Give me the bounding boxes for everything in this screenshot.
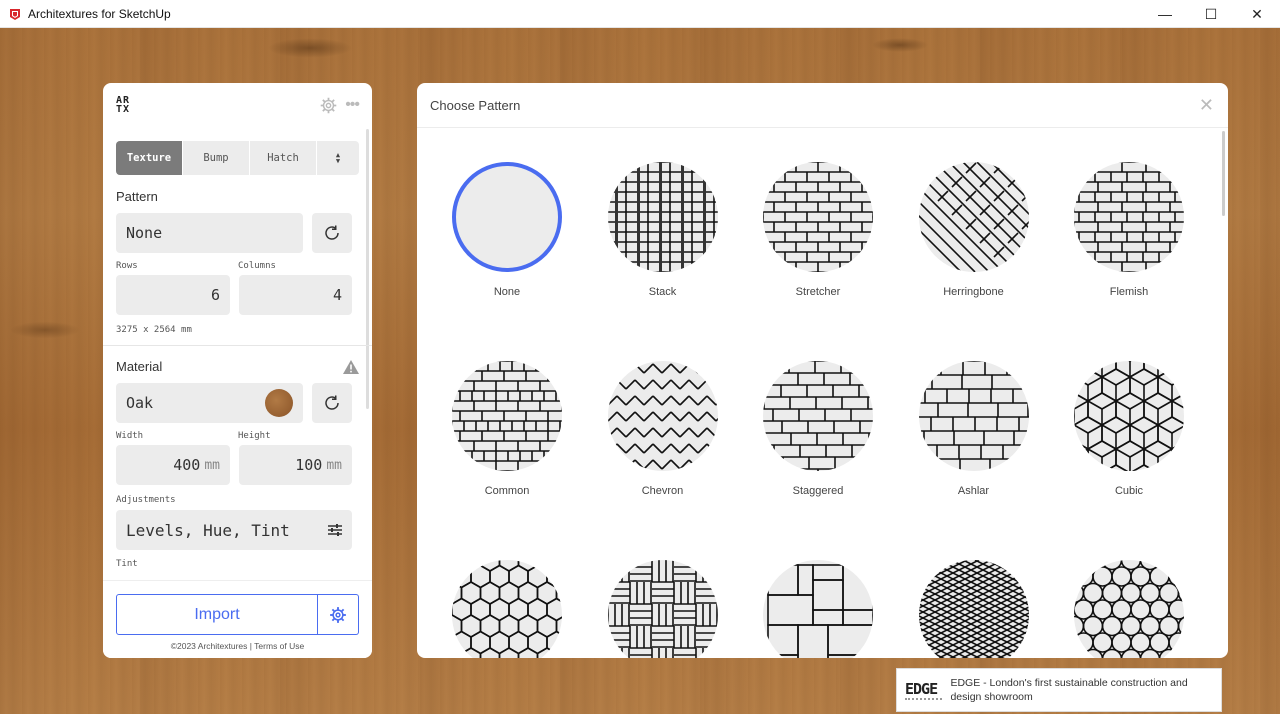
dimensions-readout: 3275 x 2564 mm — [116, 325, 192, 335]
common-pattern-icon — [452, 361, 562, 471]
chevron-pattern-icon — [607, 361, 718, 471]
pattern-label: None — [493, 286, 521, 298]
pattern-label: Chevron — [641, 485, 684, 497]
pattern-label: Herringbone — [943, 286, 1004, 298]
width-label: Width — [116, 431, 144, 441]
pattern-tile-stretcher[interactable]: Stretcher — [763, 162, 873, 298]
height-value: 100 — [295, 456, 323, 474]
stack-pattern-icon — [607, 162, 718, 272]
columns-input[interactable]: 4 — [239, 275, 352, 315]
pattern-tile-cubic[interactable]: Cubic — [1074, 361, 1184, 497]
height-input[interactable]: 100 mm — [239, 445, 352, 485]
pattern-label: Ashlar — [957, 485, 990, 497]
map-type-tabs: Texture Bump Hatch ▲ ▼ — [116, 141, 359, 175]
circles-pattern-icon — [1074, 560, 1184, 658]
pattern-label: Stretcher — [795, 286, 841, 298]
adjustments-label: Adjustments — [116, 495, 176, 505]
tab-more-arrows-icon[interactable]: ▲ ▼ — [317, 141, 359, 175]
ad-text: EDGE - London's first sustainable constr… — [950, 677, 1188, 703]
pattern-tile-basketweave[interactable] — [607, 560, 718, 658]
pattern-tile-chevron[interactable]: Chevron — [607, 361, 718, 497]
adjustments-value: Levels, Hue, Tint — [126, 520, 290, 540]
import-settings-button[interactable] — [318, 594, 359, 635]
material-refresh-button[interactable] — [312, 383, 352, 423]
pattern-field[interactable]: None — [116, 213, 303, 253]
cubic-pattern-icon — [1074, 361, 1184, 471]
rows-label: Rows — [116, 261, 138, 271]
choose-pattern-dialog: Choose Pattern ✕ None Stack Stretcher Herri… — [417, 83, 1228, 658]
pattern-tile-stack[interactable]: Stack — [607, 162, 718, 298]
warning-icon[interactable] — [343, 359, 359, 374]
pattern-tile-herringbone[interactable]: Herringbone — [918, 162, 1029, 298]
pattern-tile-hexagon[interactable] — [452, 560, 562, 658]
tab-texture[interactable]: Texture — [116, 141, 183, 175]
pattern-label: Flemish — [1109, 286, 1149, 298]
adjustments-field[interactable]: Levels, Hue, Tint — [116, 510, 352, 550]
import-button[interactable]: Import — [116, 594, 318, 635]
pattern-tile-versailles[interactable] — [763, 560, 873, 658]
basketweave-pattern-icon — [607, 560, 718, 658]
width-unit: mm — [204, 457, 220, 473]
ashlar-pattern-icon — [918, 361, 1029, 471]
close-window-button[interactable]: ✕ — [1234, 0, 1280, 28]
pattern-tile-none[interactable]: None — [452, 162, 562, 298]
pattern-tile-diamond[interactable] — [918, 560, 1029, 658]
edge-logo: EDGE — [905, 680, 943, 700]
window-title: Architextures for SketchUp — [28, 6, 171, 21]
pattern-label: Cubic — [1114, 485, 1144, 497]
pattern-tile-ashlar[interactable]: Ashlar — [918, 361, 1029, 497]
flemish-pattern-icon — [1074, 162, 1184, 272]
dialog-scrollbar[interactable] — [1222, 131, 1225, 216]
none-pattern-icon — [452, 162, 562, 272]
pattern-tile-staggered[interactable]: Staggered — [763, 361, 873, 497]
refresh-icon — [325, 395, 339, 410]
stretcher-pattern-icon — [763, 162, 873, 272]
refresh-icon — [325, 225, 339, 240]
pattern-label: Staggered — [792, 485, 844, 497]
settings-gear-icon[interactable] — [320, 97, 337, 114]
pattern-tile-circles[interactable] — [1074, 560, 1184, 658]
gear-icon — [330, 606, 346, 623]
window-titlebar: Architextures for SketchUp — ☐ ✕ — [0, 0, 1280, 28]
more-options-icon[interactable]: ••• — [345, 96, 360, 114]
material-field[interactable]: Oak — [116, 383, 303, 423]
pattern-label: Common — [484, 485, 530, 497]
diamond-pattern-icon — [918, 560, 1029, 658]
columns-label: Columns — [238, 261, 276, 271]
height-label: Height — [238, 431, 271, 441]
material-label: Material — [116, 359, 163, 374]
copyright-footer[interactable]: ©2023 Architextures | Terms of Use — [103, 641, 372, 651]
minimize-button[interactable]: — — [1142, 0, 1188, 28]
ad-notification[interactable]: EDGE EDGE - London's first sustainable c… — [896, 668, 1222, 712]
pattern-refresh-button[interactable] — [312, 213, 352, 253]
pattern-label: Stack — [648, 286, 677, 298]
section-divider — [103, 345, 372, 346]
hexagon-pattern-icon — [452, 560, 562, 658]
staggered-pattern-icon — [763, 361, 873, 471]
tab-hatch[interactable]: Hatch — [250, 141, 317, 175]
sketchup-app-icon — [10, 8, 20, 20]
tint-label: Tint — [116, 559, 138, 569]
sliders-icon — [328, 524, 342, 536]
herringbone-pattern-icon — [918, 162, 1029, 272]
material-value: Oak — [126, 394, 154, 412]
width-input[interactable]: 400 mm — [116, 445, 230, 485]
dialog-title: Choose Pattern — [430, 97, 521, 113]
pattern-tile-flemish[interactable]: Flemish — [1074, 162, 1184, 298]
width-value: 400 — [173, 456, 201, 474]
maximize-button[interactable]: ☐ — [1188, 0, 1234, 28]
rows-input[interactable]: 6 — [116, 275, 230, 315]
pattern-label: Pattern — [116, 189, 158, 204]
artx-logo[interactable]: AR TX — [116, 96, 130, 115]
close-icon[interactable]: ✕ — [1199, 95, 1214, 116]
material-swatch[interactable] — [265, 389, 293, 417]
versailles-pattern-icon — [763, 560, 873, 658]
height-unit: mm — [326, 457, 342, 473]
settings-panel: AR TX ••• Texture Bump Hatch ▲ ▼ Pattern… — [103, 83, 372, 658]
pattern-tile-common[interactable]: Common — [452, 361, 562, 497]
tab-bump[interactable]: Bump — [183, 141, 250, 175]
